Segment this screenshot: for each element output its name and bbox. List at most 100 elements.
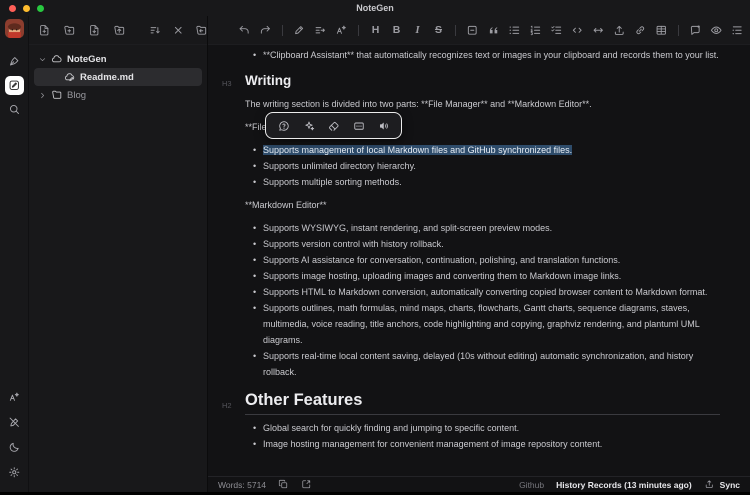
link-button[interactable] [632, 22, 649, 39]
clear-x-button[interactable] [171, 23, 185, 37]
user-avatar[interactable] [5, 19, 24, 38]
settings-gear-button[interactable] [5, 463, 24, 482]
moon-icon [8, 441, 21, 454]
close-window-button[interactable] [9, 5, 16, 12]
translate-button[interactable] [5, 388, 24, 407]
ai-chat-icon [689, 24, 702, 37]
folder-plus-button[interactable] [62, 23, 76, 37]
collapse-folder-button[interactable] [194, 23, 208, 37]
bullet-text: Supports version control with history ro… [263, 239, 444, 249]
doc-bullet-item[interactable]: •Supports management of local Markdown f… [245, 142, 720, 158]
moon-button[interactable] [5, 438, 24, 457]
doc-bullet-item[interactable]: •Supports version control with history r… [245, 236, 720, 252]
file-panel: NoteGenReadme.mdBlog [29, 16, 208, 492]
doc-bullet-item[interactable]: •Supports image hosting, uploading image… [245, 268, 720, 284]
doc-bullet-item[interactable]: •Global search for quickly finding and j… [245, 420, 720, 436]
card-button[interactable] [352, 119, 365, 132]
selected-text: Supports management of local Markdown fi… [263, 145, 572, 155]
compose-button[interactable] [5, 76, 24, 95]
doc-bullet-item[interactable]: •Supports unlimited directory hierarchy. [245, 158, 720, 174]
word-count: Words: 5714 [218, 480, 266, 490]
doc-bullet-item[interactable]: •Supports real-time local content saving… [245, 348, 720, 380]
bullet-dot: • [253, 47, 263, 63]
code-block-button[interactable] [569, 22, 586, 39]
card-icon [353, 120, 365, 132]
markdown-document[interactable]: •**Clipboard Assistant** that automatica… [245, 47, 720, 452]
continue-writing-button[interactable] [312, 22, 329, 39]
doc-paragraph[interactable]: **Markdown Editor** [245, 197, 720, 213]
eraser-button[interactable] [327, 119, 340, 132]
question-chat-button[interactable] [277, 119, 290, 132]
tree-item-notegen[interactable]: NoteGen [34, 51, 202, 67]
task-list-button[interactable] [548, 22, 565, 39]
bullet-dot: • [253, 268, 263, 284]
translate-icon [335, 24, 348, 37]
pen-off-button[interactable] [5, 413, 24, 432]
question-chat-icon [278, 120, 290, 132]
sync-folder-icon [113, 24, 126, 37]
bullet-list-button[interactable] [506, 22, 523, 39]
history-records-button[interactable]: History Records (13 minutes ago) [556, 480, 692, 490]
tree-item-blog[interactable]: Blog [34, 87, 202, 103]
import-file-button[interactable] [87, 23, 101, 37]
file-tree: NoteGenReadme.mdBlog [29, 45, 207, 104]
heading-button[interactable]: H [367, 22, 384, 39]
bullet-text: Supports AI assistance for conversation,… [263, 255, 620, 265]
copy-button[interactable] [277, 479, 289, 491]
ordered-list-icon [529, 24, 542, 37]
file-plus-icon [38, 24, 51, 37]
zoom-window-button[interactable] [37, 5, 44, 12]
signature-pen-button[interactable] [5, 52, 24, 71]
doc-bullet-item[interactable]: •Image hosting management for convenient… [245, 436, 720, 452]
tree-item-readme-md[interactable]: Readme.md [34, 68, 202, 86]
chev-down-icon[interactable] [36, 53, 49, 66]
translate-button[interactable] [333, 22, 350, 39]
doc-bullet-item[interactable]: •**Clipboard Assistant** that automatica… [245, 47, 720, 63]
external-button[interactable] [300, 479, 312, 491]
preview-button[interactable] [708, 22, 725, 39]
ordered-list-button[interactable] [527, 22, 544, 39]
table-button[interactable] [653, 22, 670, 39]
doc-bullet-item[interactable]: •Supports AI assistance for conversation… [245, 252, 720, 268]
bullet-dot: • [253, 142, 263, 158]
minimize-window-button[interactable] [23, 5, 30, 12]
sync-label: Sync [720, 480, 740, 490]
file-plus-button[interactable] [37, 23, 51, 37]
doc-heading[interactable]: H2Other Features [245, 392, 720, 415]
sort-button[interactable] [148, 23, 162, 37]
doc-bullet-item[interactable]: •Supports multiple sorting methods. [245, 174, 720, 190]
bullet-list-icon [508, 24, 521, 37]
redo-button[interactable] [257, 22, 274, 39]
italic-button[interactable]: I [409, 22, 426, 39]
strikethrough-icon: S [435, 25, 442, 36]
outline-button[interactable] [729, 22, 746, 39]
pen-off-icon [8, 416, 21, 429]
doc-heading[interactable]: H3Writing [245, 73, 720, 89]
doc-bullet-item[interactable]: •Supports outlines, math formulas, mind … [245, 300, 720, 348]
highlighter-button[interactable] [291, 22, 308, 39]
sync-button[interactable]: Sync [704, 479, 740, 491]
doc-paragraph[interactable]: The writing section is divided into two … [245, 96, 720, 112]
outline-icon [731, 24, 744, 37]
undo-button[interactable] [236, 22, 253, 39]
github-status[interactable]: Github [519, 480, 544, 490]
doc-paragraph[interactable]: **File Manager** [245, 119, 720, 135]
editor-body[interactable]: •**Clipboard Assistant** that automatica… [208, 45, 750, 476]
sync-folder-button[interactable] [112, 23, 126, 37]
sparkles-button[interactable] [302, 119, 315, 132]
blockquote-button[interactable] [485, 22, 502, 39]
speak-aloud-button[interactable] [377, 119, 390, 132]
inline-code-button[interactable] [590, 22, 607, 39]
collapse-folder-icon [195, 24, 208, 37]
ai-chat-button[interactable] [687, 22, 704, 39]
doc-bullet-item[interactable]: •Supports WYSIWYG, instant rendering, an… [245, 220, 720, 236]
strikethrough-button[interactable]: S [430, 22, 447, 39]
bold-button[interactable]: B [388, 22, 405, 39]
upload-image-button[interactable] [611, 22, 628, 39]
chev-right-icon[interactable] [36, 89, 49, 102]
activity-bar [0, 16, 29, 492]
doc-bullet-item[interactable]: •Supports HTML to Markdown conversion, a… [245, 284, 720, 300]
divider-block-button[interactable] [464, 22, 481, 39]
heading-level-gutter: H3 [222, 76, 232, 92]
search-button[interactable] [5, 100, 24, 119]
